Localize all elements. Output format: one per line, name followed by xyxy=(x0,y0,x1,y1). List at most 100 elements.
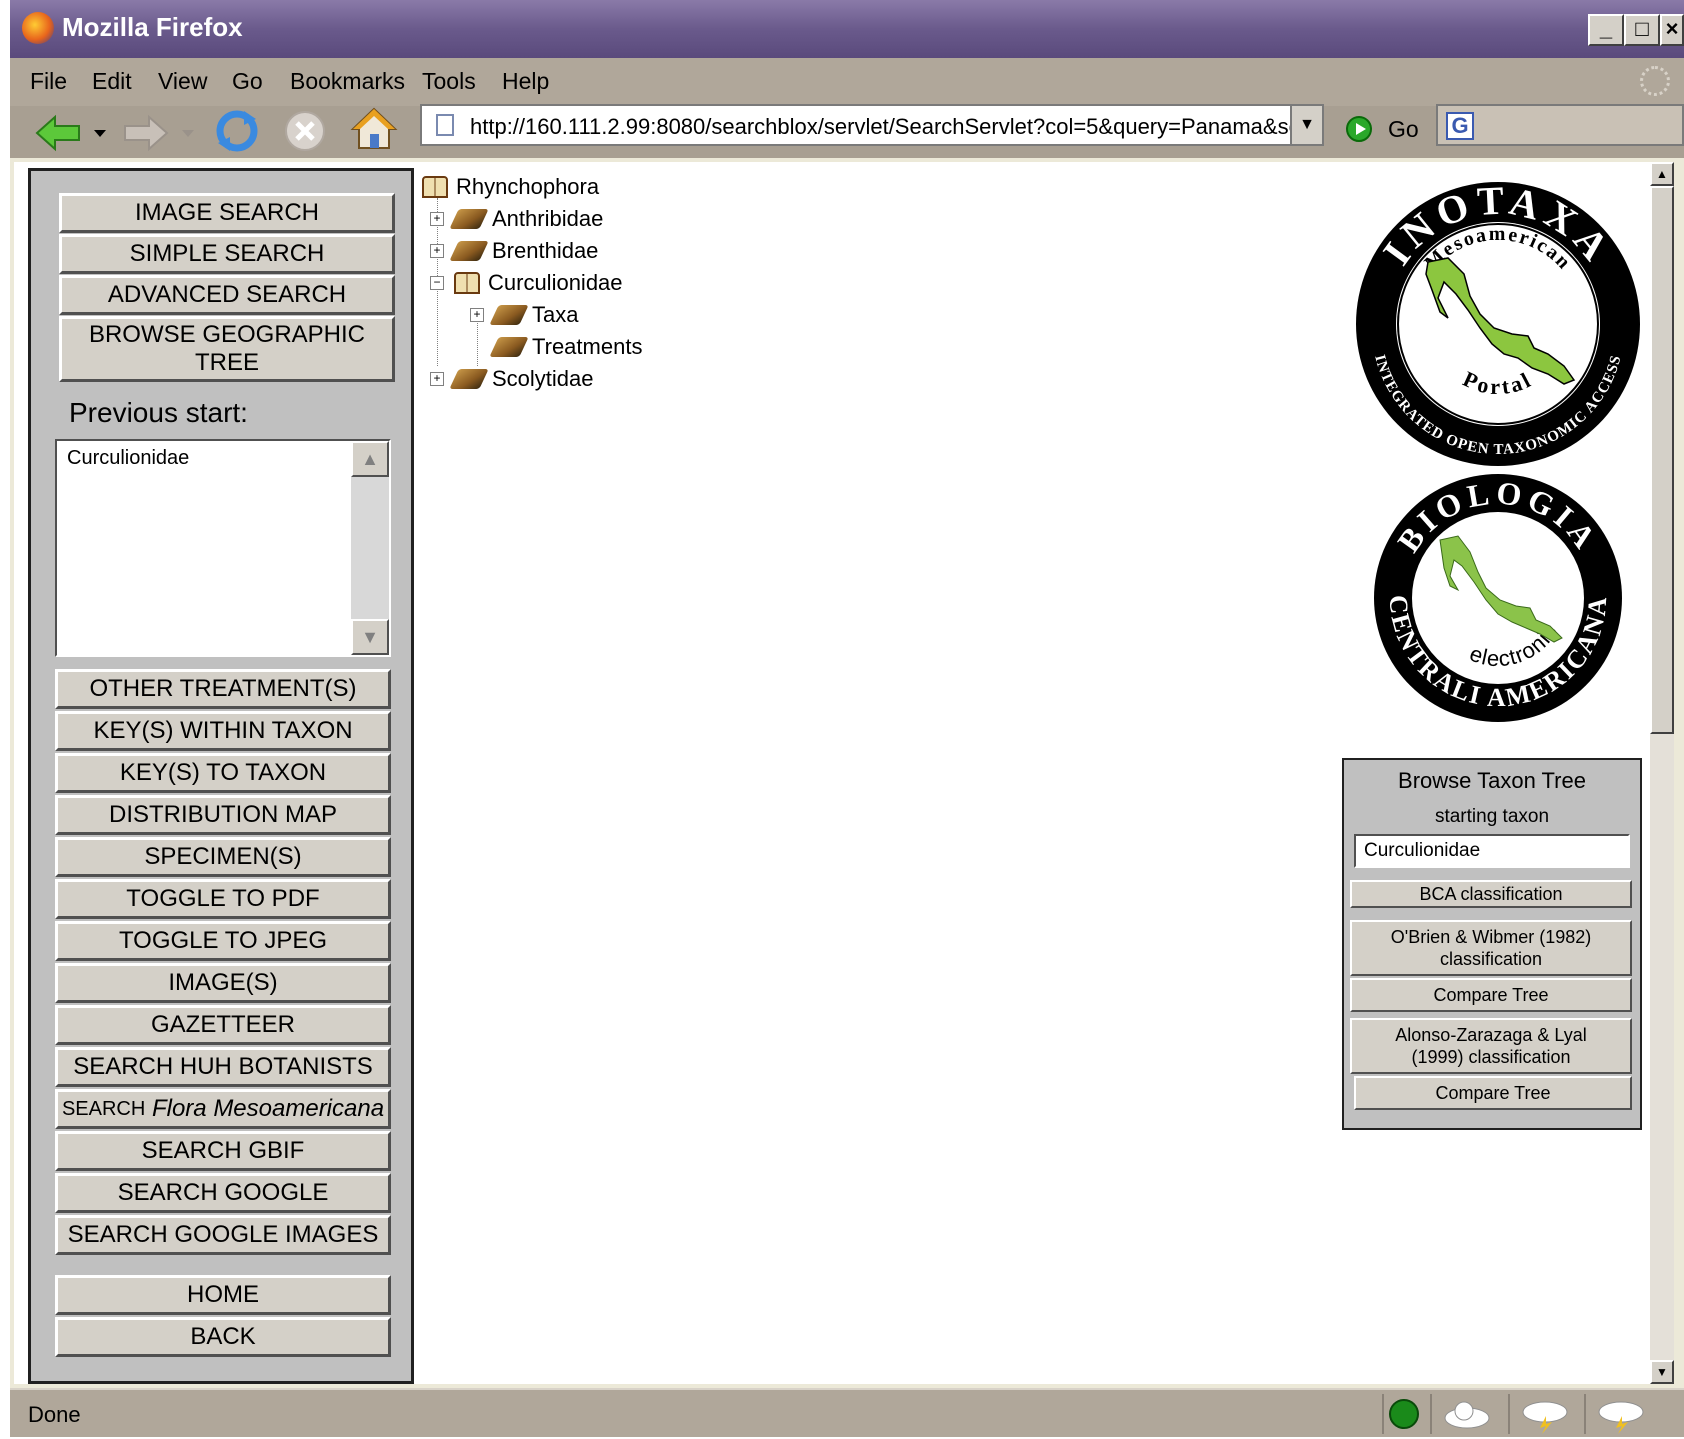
compare-tree-button-1[interactable]: Compare Tree xyxy=(1350,978,1632,1012)
url-history-dropdown[interactable]: ▼ xyxy=(1290,106,1322,144)
dropdown-arrow-icon xyxy=(94,130,106,137)
tree-node-curculionidae[interactable]: − Curculionidae xyxy=(430,270,623,296)
go-button-label[interactable]: Go xyxy=(1388,116,1419,143)
tree-node-label[interactable]: Treatments xyxy=(532,334,642,360)
page-vertical-scrollbar[interactable]: ▲ ▼ xyxy=(1650,162,1674,1384)
advanced-search-button[interactable]: ADVANCED SEARCH xyxy=(59,275,395,315)
stop-button[interactable] xyxy=(280,108,330,154)
browse-taxon-tree-panel: Browse Taxon Tree starting taxon Curculi… xyxy=(1342,758,1642,1130)
back-page-button[interactable]: BACK xyxy=(55,1317,391,1357)
scroll-up-button[interactable]: ▲ xyxy=(1650,162,1674,186)
search-engine-box[interactable]: G xyxy=(1436,104,1684,146)
tree-node-label[interactable]: Brenthidae xyxy=(492,238,598,264)
dropdown-arrow-icon xyxy=(182,130,194,137)
search-google-button[interactable]: SEARCH GOOGLE xyxy=(55,1173,391,1213)
listbox-scroll-down-button[interactable]: ▼ xyxy=(351,619,389,655)
list-item[interactable]: Curculionidae xyxy=(67,447,189,470)
back-nav-button[interactable] xyxy=(28,110,88,156)
button-label-italic: Flora Mesoamericana xyxy=(151,1095,385,1122)
url-text[interactable]: http://160.111.2.99:8080/searchblox/serv… xyxy=(470,114,1290,140)
browse-taxon-tree-title: Browse Taxon Tree xyxy=(1398,768,1586,793)
previous-start-listbox[interactable]: Curculionidae ▲ ▼ xyxy=(55,439,391,657)
tree-node-anthribidae[interactable]: + Anthribidae xyxy=(430,206,603,232)
keys-within-taxon-button[interactable]: KEY(S) WITHIN TAXON xyxy=(55,711,391,751)
specimens-button[interactable]: SPECIMEN(S) xyxy=(55,837,391,877)
home-page-button[interactable]: HOME xyxy=(55,1275,391,1315)
status-cell-weather-2 xyxy=(1508,1394,1580,1434)
search-huh-botanists-button[interactable]: SEARCH HUH BOTANISTS xyxy=(55,1047,391,1087)
tree-node-taxa[interactable]: + Taxa xyxy=(470,302,578,328)
address-bar[interactable]: http://160.111.2.99:8080/searchblox/serv… xyxy=(420,104,1324,146)
google-icon[interactable]: G xyxy=(1446,112,1474,140)
status-bar: Done xyxy=(10,1388,1684,1437)
throbber-icon xyxy=(1640,66,1670,96)
starting-taxon-input[interactable]: Curculionidae xyxy=(1354,834,1630,868)
toggle-to-pdf-button[interactable]: TOGGLE TO PDF xyxy=(55,879,391,919)
close-button[interactable]: × xyxy=(1660,14,1684,46)
image-search-button[interactable]: IMAGE SEARCH xyxy=(59,193,395,233)
expand-icon[interactable]: + xyxy=(430,372,444,386)
expand-icon[interactable]: + xyxy=(430,244,444,258)
tree-node-label[interactable]: Taxa xyxy=(532,302,578,328)
tree-node-label[interactable]: Scolytidae xyxy=(492,366,594,392)
back-history-dropdown[interactable] xyxy=(90,110,110,156)
closed-book-icon xyxy=(449,369,489,389)
forward-arrow-icon xyxy=(124,114,169,152)
stop-icon xyxy=(285,111,325,151)
scroll-down-button[interactable]: ▼ xyxy=(1650,1360,1674,1384)
distribution-map-button[interactable]: DISTRIBUTION MAP xyxy=(55,795,391,835)
title-bar: Mozilla Firefox _ □ × xyxy=(10,0,1684,58)
simple-search-button[interactable]: SIMPLE SEARCH xyxy=(59,234,395,274)
bca-classification-button[interactable]: BCA classification xyxy=(1350,880,1632,908)
menu-go[interactable]: Go xyxy=(232,68,263,95)
closed-book-icon xyxy=(489,337,529,357)
status-text: Done xyxy=(28,1402,81,1427)
starting-taxon-label: starting taxon xyxy=(1434,806,1550,827)
toggle-to-jpeg-button[interactable]: TOGGLE TO JPEG xyxy=(55,921,391,961)
maximize-button[interactable]: □ xyxy=(1624,14,1660,46)
reload-icon xyxy=(216,110,258,152)
tree-node-scolytidae[interactable]: + Scolytidae xyxy=(430,366,594,392)
menu-file[interactable]: File xyxy=(30,68,67,95)
tree-node-root[interactable]: Rhynchophora xyxy=(422,174,599,200)
open-book-icon xyxy=(422,176,448,198)
images-button[interactable]: IMAGE(S) xyxy=(55,963,391,1003)
alonso-zarazaga-lyal-classification-button[interactable]: Alonso-Zarazaga & Lyal (1999) classifica… xyxy=(1350,1018,1632,1074)
status-cell-online xyxy=(1382,1394,1426,1434)
search-google-images-button[interactable]: SEARCH GOOGLE IMAGES xyxy=(55,1215,391,1255)
go-icon[interactable] xyxy=(1346,116,1372,142)
other-treatments-button[interactable]: OTHER TREATMENT(S) xyxy=(55,669,391,709)
scroll-thumb[interactable] xyxy=(1650,186,1674,734)
listbox-scrollbar[interactable]: ▲ ▼ xyxy=(351,441,389,655)
search-flora-mesoamericana-button[interactable]: SEARCH Flora Mesoamericana xyxy=(55,1089,391,1129)
browse-geographic-tree-button[interactable]: BROWSE GEOGRAPHIC TREE xyxy=(59,316,395,382)
tree-node-brenthidae[interactable]: + Brenthidae xyxy=(430,238,598,264)
gazetteer-button[interactable]: GAZETTEER xyxy=(55,1005,391,1045)
search-gbif-button[interactable]: SEARCH GBIF xyxy=(55,1131,391,1171)
tree-node-label[interactable]: Rhynchophora xyxy=(456,174,599,200)
menu-edit[interactable]: Edit xyxy=(92,68,132,95)
collapse-icon[interactable]: − xyxy=(430,276,444,290)
tree-node-treatments[interactable]: Treatments xyxy=(489,334,642,360)
home-icon xyxy=(350,107,398,149)
obrien-wibmer-classification-button[interactable]: O'Brien & Wibmer (1982) classification xyxy=(1350,920,1632,976)
expand-icon[interactable]: + xyxy=(470,308,484,322)
tree-node-label[interactable]: Curculionidae xyxy=(488,270,623,296)
closed-book-icon xyxy=(449,209,489,229)
menu-view[interactable]: View xyxy=(158,68,207,95)
bca-logo: BIOLOGIA CENTRALI AMERICANA electronic xyxy=(1374,474,1622,722)
minimize-button[interactable]: _ xyxy=(1588,14,1624,46)
window-title: Mozilla Firefox xyxy=(62,12,243,42)
tree-node-label[interactable]: Anthribidae xyxy=(492,206,603,232)
listbox-scroll-up-button[interactable]: ▲ xyxy=(351,441,389,477)
menu-tools[interactable]: Tools xyxy=(422,68,476,95)
compare-tree-button-2[interactable]: Compare Tree xyxy=(1354,1076,1632,1110)
menu-bookmarks[interactable]: Bookmarks xyxy=(290,68,405,95)
menu-help[interactable]: Help xyxy=(502,68,549,95)
forward-history-dropdown[interactable] xyxy=(178,110,198,156)
home-button[interactable] xyxy=(348,106,400,152)
forward-nav-button[interactable] xyxy=(116,110,176,156)
keys-to-taxon-button[interactable]: KEY(S) TO TAXON xyxy=(55,753,391,793)
reload-button[interactable] xyxy=(210,108,264,154)
expand-icon[interactable]: + xyxy=(430,212,444,226)
